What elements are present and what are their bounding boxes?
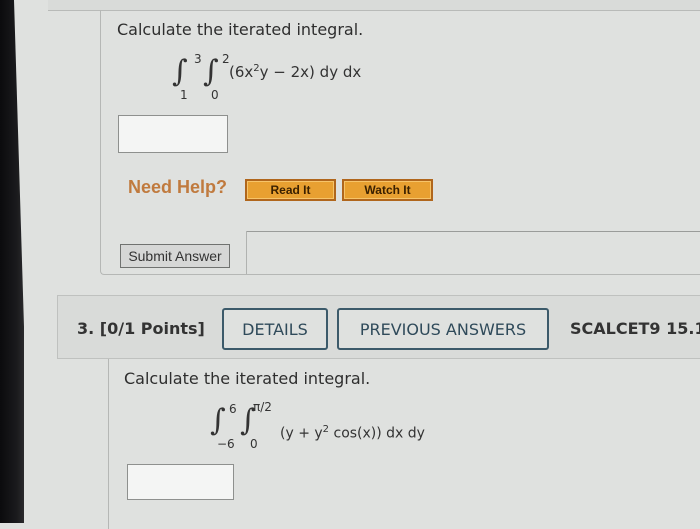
integrand: (6x2y − 2x) dy dx xyxy=(229,63,361,81)
integrand-part: (6x xyxy=(229,63,254,81)
integral-sign-inner: ∫ xyxy=(203,54,219,89)
inner-upper-limit: π/2 xyxy=(253,400,272,414)
integral-sign-outer: ∫ xyxy=(210,403,226,438)
outer-upper-limit: 6 xyxy=(229,402,237,416)
question-3-prompt: Calculate the iterated integral. xyxy=(124,369,371,388)
divider xyxy=(246,231,700,232)
details-button[interactable]: DETAILS xyxy=(222,308,328,350)
integrand-part: y − 2x) dy dx xyxy=(259,63,362,81)
need-help-label: Need Help? xyxy=(128,177,228,197)
outer-lower-limit: −6 xyxy=(217,437,235,451)
question-2-prompt: Calculate the iterated integral. xyxy=(117,20,364,39)
divider xyxy=(246,231,247,274)
question-3-points: 3. [0/1 Points] xyxy=(77,319,205,338)
outer-upper-limit: 3 xyxy=(194,52,202,66)
inner-lower-limit: 0 xyxy=(250,437,258,451)
integral-sign-outer: ∫ xyxy=(172,54,188,89)
submit-answer-button[interactable]: Submit Answer xyxy=(120,244,230,268)
previous-answers-button[interactable]: PREVIOUS ANSWERS xyxy=(337,308,549,350)
question-3-reference: SCALCET9 15.1. xyxy=(570,319,700,338)
inner-lower-limit: 0 xyxy=(211,88,219,102)
read-it-button[interactable]: Read It xyxy=(245,179,336,201)
integrand-part: (y + y xyxy=(280,425,323,442)
screen-bezel xyxy=(0,0,24,523)
integrand: (y + y2 cos(x)) dx dy xyxy=(280,424,425,442)
question-2-answer-input[interactable] xyxy=(118,115,228,153)
question-3-answer-input[interactable] xyxy=(127,464,234,500)
integrand-part: cos(x)) dx dy xyxy=(329,425,425,442)
outer-lower-limit: 1 xyxy=(180,88,188,102)
watch-it-button[interactable]: Watch It xyxy=(342,179,433,201)
